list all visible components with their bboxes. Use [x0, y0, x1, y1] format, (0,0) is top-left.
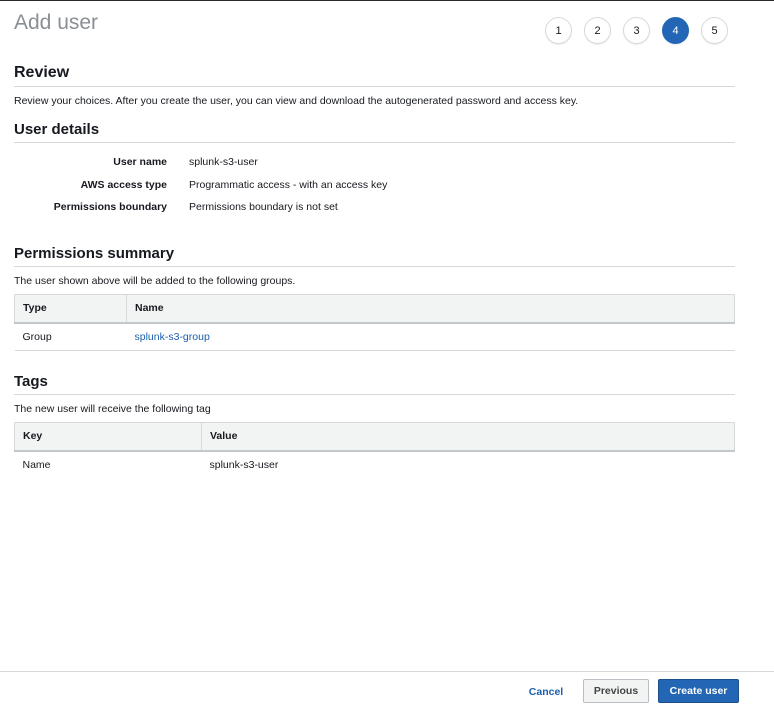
- previous-button[interactable]: Previous: [583, 679, 649, 703]
- detail-label: AWS access type: [80, 178, 167, 191]
- detail-value: Permissions boundary is not set: [189, 201, 338, 214]
- create-user-button[interactable]: Create user: [658, 679, 739, 703]
- column-header-type: Type: [14, 293, 127, 324]
- detail-row-user-name: User name splunk-s3-user: [14, 151, 735, 174]
- detail-value: Programmatic access - with an access key: [189, 178, 388, 191]
- table-header-row: Type Name: [14, 293, 735, 324]
- review-heading: Review: [14, 64, 735, 87]
- page-title: Add user: [14, 11, 99, 34]
- detail-row-permissions-boundary: Permissions boundary Permissions boundar…: [14, 196, 735, 219]
- page-header: Add user 1 2 3 4 5: [14, 11, 760, 51]
- step-3[interactable]: 3: [623, 17, 650, 44]
- step-2[interactable]: 2: [584, 17, 611, 44]
- table-header-row: Key Value: [14, 421, 735, 452]
- detail-label: User name: [113, 156, 167, 169]
- review-content: Review Review your choices. After you cr…: [14, 64, 735, 478]
- tags-heading: Tags: [14, 373, 735, 395]
- permissions-description: The user shown above will be added to th…: [14, 274, 296, 287]
- column-header-key: Key: [14, 421, 202, 452]
- table-row: Group splunk-s3-group: [14, 323, 735, 351]
- cell-key: Name: [22, 459, 51, 471]
- permissions-summary-heading: Permissions summary: [14, 245, 735, 267]
- tags-table: Key Value Name splunk-s3-user: [14, 421, 735, 479]
- detail-value: splunk-s3-user: [189, 156, 258, 169]
- group-link[interactable]: splunk-s3-group: [135, 331, 210, 343]
- wizard-footer: Cancel Previous Create user: [0, 671, 774, 707]
- cell-value: splunk-s3-user: [209, 459, 279, 471]
- column-header-name: Name: [126, 293, 735, 324]
- step-5[interactable]: 5: [701, 17, 728, 44]
- step-4-current[interactable]: 4: [662, 17, 689, 44]
- user-details-heading: User details: [14, 121, 735, 143]
- column-header-value: Value: [201, 421, 735, 452]
- review-description: Review your choices. After you create th…: [14, 95, 579, 107]
- wizard-steps: 1 2 3 4 5: [533, 17, 728, 44]
- detail-row-access-type: AWS access type Programmatic access - wi…: [14, 174, 735, 197]
- cell-name: splunk-s3-group: [126, 323, 735, 351]
- detail-label: Permissions boundary: [53, 201, 167, 214]
- tags-description: The new user will receive the following …: [14, 402, 211, 415]
- cell-type: Group: [14, 323, 127, 351]
- cancel-button[interactable]: Cancel: [520, 680, 572, 704]
- table-row: Name splunk-s3-user: [15, 451, 735, 478]
- user-details: User name splunk-s3-user AWS access type…: [14, 151, 735, 219]
- permissions-table: Type Name Group splunk-s3-group: [14, 293, 735, 351]
- step-1[interactable]: 1: [545, 17, 572, 44]
